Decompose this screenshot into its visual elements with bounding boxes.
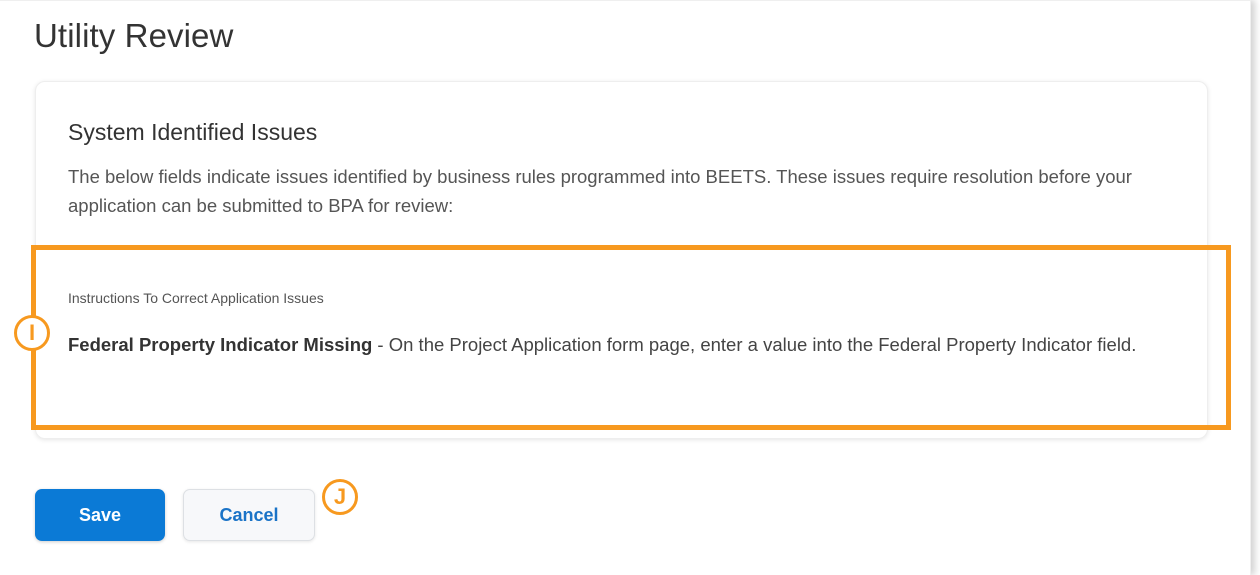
page-title: Utility Review [34,17,234,54]
issue-instructions-label: Instructions To Correct Application Issu… [68,290,324,306]
issue-text: - On the Project Application form page, … [372,334,1137,355]
callout-marker-i: I [14,315,50,351]
issue-name: Federal Property Indicator Missing [68,334,373,355]
save-button[interactable]: Save [35,489,165,541]
cancel-button[interactable]: Cancel [183,489,315,541]
issue-instructions-value: Federal Property Indicator Missing - On … [68,331,1148,358]
section-title: System Identified Issues [68,119,318,145]
callout-marker-j: J [322,479,358,515]
section-description: The below fields indicate issues identif… [68,166,1132,216]
system-issues-card: System Identified Issues The below field… [35,81,1208,439]
page-frame: Utility Review System Identified Issues … [0,0,1251,575]
